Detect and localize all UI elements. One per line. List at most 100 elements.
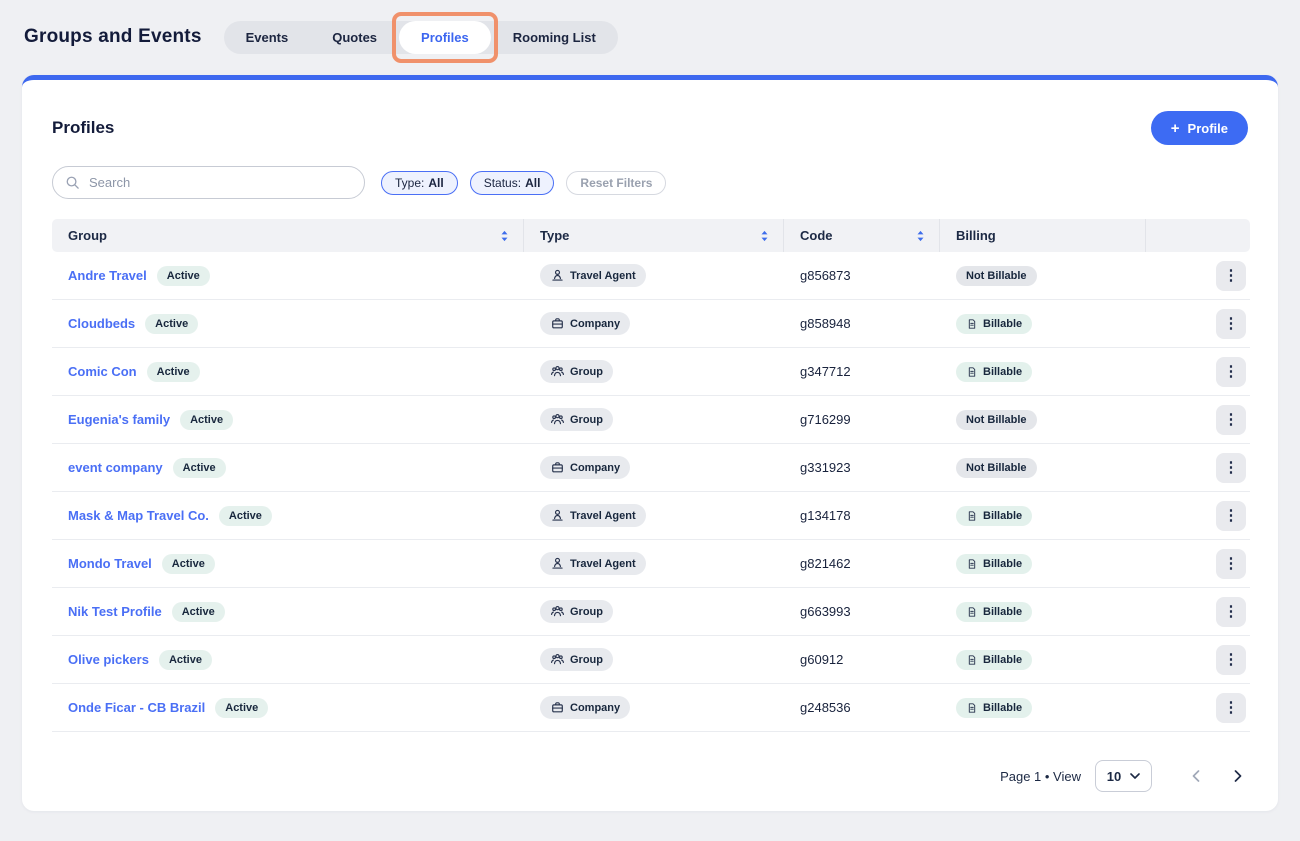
type-label: Group [570,653,603,666]
status-badge: Active [180,409,234,430]
table-row: Olive pickers Active Group g60912 Billab… [52,636,1250,684]
type-label: Group [570,365,603,378]
column-label: Billing [956,228,996,243]
column-header-group[interactable]: Group [52,219,524,252]
type-cell: Travel Agent [524,552,784,575]
group-cell: Mondo Travel Active [52,553,524,574]
row-actions-button[interactable]: ⋮ [1216,356,1246,387]
tab-quotes[interactable]: Quotes [310,21,399,54]
group-link[interactable]: event company [68,460,163,475]
tab-events[interactable]: Events [224,21,311,54]
status-badge: Active [171,601,225,622]
sort-arrows-icon[interactable] [760,230,769,242]
type-label: Travel Agent [570,557,636,570]
row-actions-button[interactable]: ⋮ [1216,692,1246,723]
row-actions-button[interactable]: ⋮ [1216,452,1246,483]
code-text: g821462 [800,556,851,571]
code-cell: g331923 [784,460,940,475]
group-icon [550,604,565,619]
code-cell: g248536 [784,700,940,715]
row-actions-button[interactable]: ⋮ [1216,548,1246,579]
type-label: Company [570,461,621,474]
kebab-icon: ⋮ [1223,507,1239,524]
page-size-select[interactable]: 10 [1095,760,1152,792]
invoice-icon [966,654,978,666]
billing-cell: Not Billable [940,409,1146,430]
sort-arrows-icon[interactable] [500,230,509,242]
row-actions-button[interactable]: ⋮ [1216,500,1246,531]
actions-cell: ⋮ [1146,404,1250,435]
code-cell: g134178 [784,508,940,523]
tab-rooming-list[interactable]: Rooming List [491,21,618,54]
travel-agent-icon [550,556,565,571]
group-link[interactable]: Eugenia's family [68,412,170,427]
column-label: Type [540,228,570,243]
type-label: Travel Agent [570,509,636,522]
type-badge: Group [540,648,613,671]
company-icon [550,316,565,331]
actions-cell: ⋮ [1146,452,1250,483]
tab-label: Events [245,29,289,45]
group-link[interactable]: Nik Test Profile [68,604,162,619]
profiles-table: Group Type Code Billing Andre Travel Active… [52,219,1250,732]
tab-profiles[interactable]: Profiles [392,11,498,63]
column-label: Code [800,228,833,243]
table-row: Mondo Travel Active Travel Agent g821462… [52,540,1250,588]
group-icon [550,652,565,667]
table-row: Cloudbeds Active Company g858948 Billabl… [52,300,1250,348]
group-cell: Mask & Map Travel Co. Active [52,505,524,526]
sort-arrows-icon[interactable] [916,230,925,242]
row-actions-button[interactable]: ⋮ [1216,644,1246,675]
group-link[interactable]: Cloudbeds [68,316,135,331]
search-input[interactable] [52,166,365,199]
filter-type-button[interactable]: Type: All [381,170,458,195]
group-link[interactable]: Mask & Map Travel Co. [68,508,209,523]
code-cell: g858948 [784,316,940,331]
group-link[interactable]: Olive pickers [68,652,149,667]
billing-badge: Not Billable [956,457,1037,478]
prev-page-button[interactable] [1184,764,1208,788]
group-cell: Cloudbeds Active [52,313,524,334]
reset-filters-button[interactable]: Reset Filters [566,170,667,195]
row-actions-button[interactable]: ⋮ [1216,308,1246,339]
group-link[interactable]: Mondo Travel [68,556,152,571]
next-page-button[interactable] [1226,764,1250,788]
page-size-value: 10 [1106,768,1122,784]
billing-badge: Billable [956,649,1033,670]
billing-cell: Not Billable [940,265,1146,286]
billing-badge: Billable [956,313,1033,334]
row-actions-button[interactable]: ⋮ [1216,404,1246,435]
travel-agent-icon [550,508,565,523]
billing-label: Not Billable [966,413,1027,426]
column-header-type[interactable]: Type [524,219,784,252]
filter-status-label: Status: [483,175,522,190]
billing-badge: Billable [956,361,1033,382]
column-header-code[interactable]: Code [784,219,940,252]
billing-label: Not Billable [966,269,1027,282]
type-cell: Group [524,600,784,623]
kebab-icon: ⋮ [1223,363,1239,380]
panel-header: Profiles + Profile [52,111,1248,145]
group-link[interactable]: Onde Ficar - CB Brazil [68,700,205,715]
group-link[interactable]: Andre Travel [68,268,147,283]
billing-label: Not Billable [966,461,1027,474]
actions-cell: ⋮ [1146,596,1250,627]
filter-type-value: All [428,175,444,190]
code-text: g248536 [800,700,851,715]
group-icon [550,364,565,379]
row-actions-button[interactable]: ⋮ [1216,596,1246,627]
billing-badge: Billable [956,553,1033,574]
row-actions-button[interactable]: ⋮ [1216,260,1246,291]
type-badge: Group [540,360,613,383]
group-cell: Onde Ficar - CB Brazil Active [52,697,524,718]
add-profile-button[interactable]: + Profile [1150,111,1248,145]
add-profile-label: Profile [1187,120,1228,136]
filter-status-button[interactable]: Status: All [469,170,555,195]
travel-agent-icon [550,268,565,283]
kebab-icon: ⋮ [1223,315,1239,332]
panel-title: Profiles [52,118,115,137]
billing-cell: Billable [940,505,1146,526]
group-link[interactable]: Comic Con [68,364,137,379]
type-badge: Travel Agent [540,552,646,575]
code-text: g663993 [800,604,851,619]
